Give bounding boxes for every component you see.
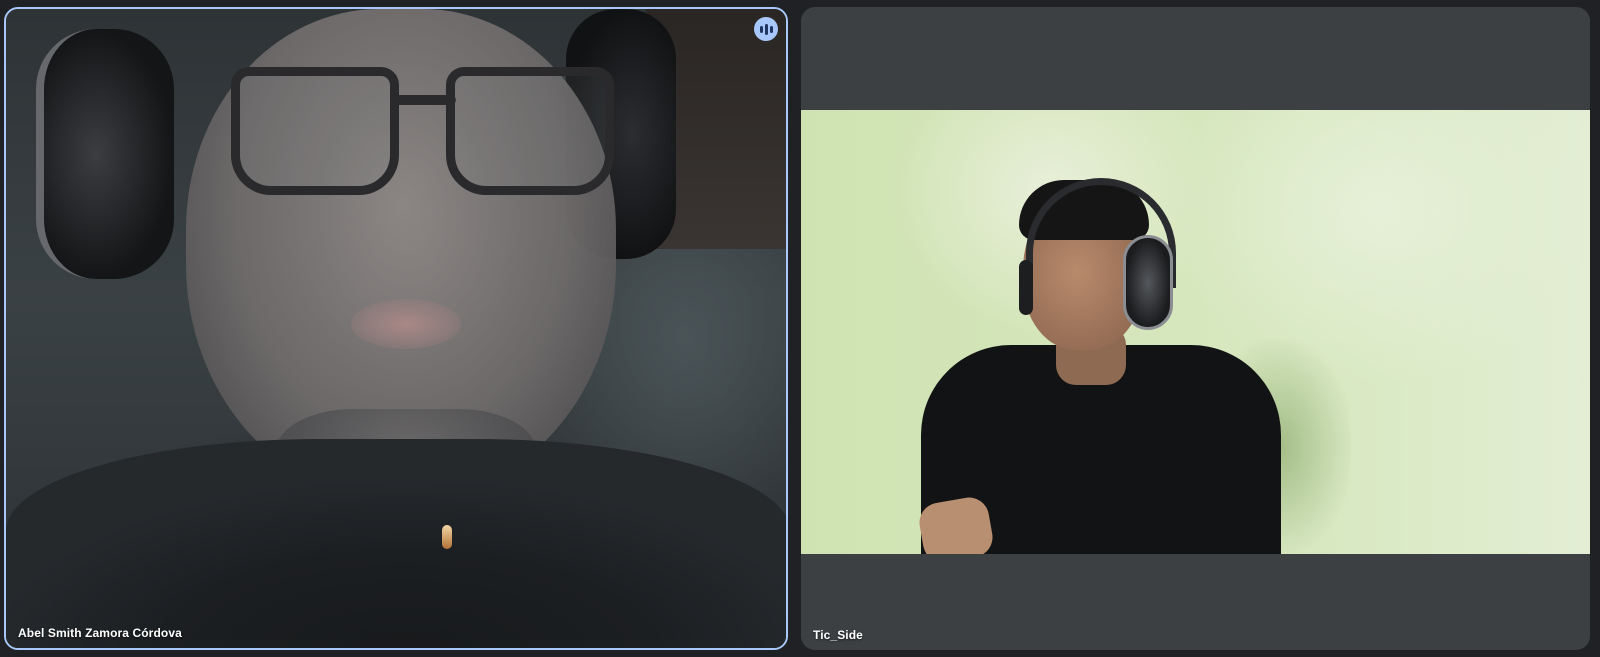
participant-tile-abel[interactable]: Abel Smith Zamora Córdova: [4, 7, 788, 650]
participant-shirt: [6, 439, 786, 648]
participant-video-tic-side: [801, 110, 1590, 554]
meeting-grid: Abel Smith Zamora Córdova Tic_Side: [0, 0, 1600, 657]
glasses: [231, 59, 614, 199]
participant-mouth: [351, 299, 461, 349]
headphone-earcup: [1123, 235, 1173, 330]
mic-reflection: [442, 525, 452, 549]
audio-level-icon: [754, 17, 778, 41]
participant-name-label: Tic_Side: [813, 628, 863, 642]
participant-tile-tic-side[interactable]: Tic_Side: [801, 7, 1590, 650]
participant-video-abel: [6, 9, 786, 648]
headphone-earcup: [1019, 260, 1033, 315]
participant-name-label: Abel Smith Zamora Córdova: [18, 626, 182, 640]
headphone-earcup: [36, 29, 174, 279]
